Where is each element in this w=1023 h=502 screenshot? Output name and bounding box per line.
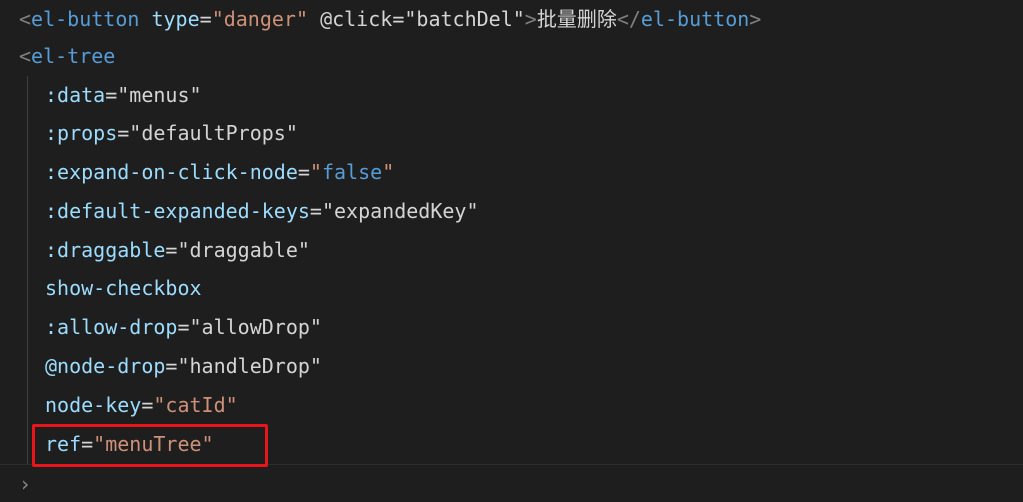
code-line-7[interactable]: :draggable="draggable" — [45, 231, 310, 270]
code-token: el-button — [640, 7, 750, 31]
code-token: > — [749, 7, 762, 31]
code-token: el-button — [31, 7, 140, 31]
code-line-5[interactable]: :expand-on-click-node="false" — [45, 153, 394, 192]
code-token: :draggable — [45, 238, 166, 262]
code-token: "allowDrop" — [189, 315, 322, 339]
indent-guide — [27, 76, 28, 464]
code-token: show-checkbox — [45, 276, 202, 300]
code-line-9[interactable]: :allow-drop="allowDrop" — [45, 308, 322, 347]
code-token: = — [297, 160, 310, 184]
code-token: "batchDel" — [404, 7, 525, 31]
code-line-11[interactable]: node-key="catId" — [45, 386, 238, 425]
code-token: false — [321, 160, 383, 184]
code-token: = — [309, 199, 322, 223]
code-line-10[interactable]: @node-drop="handleDrop" — [45, 347, 322, 386]
code-line-2[interactable]: <el-tree — [19, 37, 115, 76]
code-line-6[interactable]: :default-expanded-keys="expandedKey" — [45, 192, 479, 231]
code-token: " — [309, 160, 322, 184]
code-token: "catId" — [153, 393, 238, 417]
code-token: 批量删除 — [536, 7, 617, 31]
code-line-8[interactable]: show-checkbox — [45, 269, 202, 308]
code-token: :props — [45, 121, 118, 145]
code-token: = — [117, 121, 130, 145]
code-token: = — [165, 354, 178, 378]
code-token: @click — [320, 7, 393, 31]
code-token: @node-drop — [45, 354, 166, 378]
code-line-3[interactable]: :data="menus" — [45, 76, 202, 115]
code-token: </ — [616, 7, 641, 31]
code-token: "draggable" — [177, 238, 310, 262]
code-token: node-key — [45, 393, 142, 417]
code-token: " — [382, 160, 395, 184]
code-token: = — [392, 7, 405, 31]
code-token: :expand-on-click-node — [45, 160, 298, 184]
code-token: :allow-drop — [45, 315, 178, 339]
code-token: "danger" — [211, 7, 309, 31]
code-token: < — [19, 7, 32, 31]
code-token: = — [105, 83, 118, 107]
code-editor[interactable]: <el-button type="danger" @click="batchDe… — [0, 0, 1023, 502]
code-token: :default-expanded-keys — [45, 199, 310, 223]
code-token: "expandedKey" — [321, 199, 479, 223]
code-token: < — [19, 44, 32, 68]
chevron-right-icon[interactable]: › — [19, 466, 31, 502]
code-token: type — [151, 7, 200, 31]
code-token: = — [141, 393, 154, 417]
code-token: = — [177, 315, 190, 339]
code-line-4[interactable]: :props="defaultProps" — [45, 114, 298, 153]
code-line-1[interactable]: <el-button type="danger" @click="batchDe… — [19, 0, 761, 39]
code-token: :data — [45, 83, 106, 107]
code-token: "handleDrop" — [177, 354, 322, 378]
code-token: "menus" — [117, 83, 202, 107]
code-token: = — [165, 238, 178, 262]
code-token: el-tree — [31, 44, 116, 68]
code-token: = — [199, 7, 212, 31]
annotation-highlight-box — [32, 424, 268, 467]
code-token: > — [524, 7, 537, 31]
code-token: "defaultProps" — [129, 121, 298, 145]
